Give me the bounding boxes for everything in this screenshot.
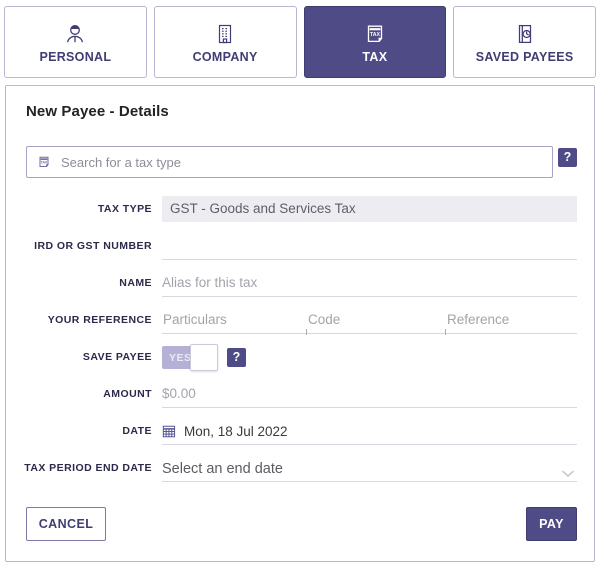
save-payee-help-button[interactable]: ? bbox=[227, 348, 246, 367]
date-label: DATE bbox=[122, 425, 152, 437]
name-input[interactable]: Alias for this tax bbox=[162, 270, 577, 297]
building-icon bbox=[212, 21, 238, 47]
form-row-name: NAME Alias for this tax bbox=[6, 270, 596, 307]
ird-or-gst-number-input[interactable] bbox=[162, 233, 577, 260]
tab-saved-payees-label: SAVED PAYEES bbox=[475, 49, 574, 64]
code-placeholder: Code bbox=[308, 312, 341, 327]
tab-company-label: COMPANY bbox=[192, 49, 258, 64]
toggle-knob bbox=[190, 344, 218, 371]
calendar-icon[interactable] bbox=[162, 424, 177, 439]
chevron-down-icon[interactable] bbox=[561, 465, 575, 477]
form-row-tax-period-end-date: TAX PERIOD END DATE Select an end date bbox=[6, 455, 596, 492]
tax-type-field: GST - Goods and Services Tax bbox=[162, 196, 577, 223]
save-payee-toggle-text: YES bbox=[169, 351, 192, 364]
tab-company[interactable]: COMPANY bbox=[153, 6, 297, 78]
tax-document-icon: TAX bbox=[362, 21, 388, 47]
svg-text:TAX: TAX bbox=[41, 161, 48, 165]
form-row-amount: AMOUNT $0.00 bbox=[6, 381, 596, 418]
tax-period-end-date-value: Select an end date bbox=[162, 461, 283, 477]
address-book-icon bbox=[512, 21, 538, 47]
date-input[interactable]: Mon, 18 Jul 2022 bbox=[162, 418, 577, 445]
tax-type-value: GST - Goods and Services Tax bbox=[162, 196, 577, 222]
amount-placeholder: $0.00 bbox=[162, 386, 196, 401]
your-reference-label: YOUR REFERENCE bbox=[47, 314, 152, 326]
search-placeholder: Search for a tax type bbox=[61, 154, 181, 170]
particulars-placeholder: Particulars bbox=[163, 312, 227, 327]
date-value: Mon, 18 Jul 2022 bbox=[184, 423, 288, 439]
tab-tax[interactable]: TAX TAX bbox=[303, 6, 447, 78]
form-footer: CANCEL PAY bbox=[6, 491, 596, 561]
form-row-your-reference: YOUR REFERENCE Particulars Code Referenc… bbox=[6, 307, 596, 344]
tab-tax-label: TAX bbox=[362, 49, 388, 64]
payment-page: PERSONAL COMPANY TAX TAX SAVED PAYEES Ne… bbox=[0, 0, 600, 568]
form-row-tax-type: TAX TYPE GST - Goods and Services Tax bbox=[6, 196, 596, 233]
new-payee-card: New Payee - Details TAX Search for a tax… bbox=[5, 85, 595, 562]
form-row-date: DATE Mon, 18 Jul 2022 bbox=[6, 418, 596, 455]
tax-type-label: TAX TYPE bbox=[97, 203, 152, 215]
form-row-save-payee: SAVE PAYEE YES ? bbox=[6, 344, 596, 381]
save-payee-label: SAVE PAYEE bbox=[82, 351, 152, 363]
pay-button[interactable]: PAY bbox=[526, 507, 577, 541]
search-input[interactable]: TAX Search for a tax type bbox=[26, 146, 553, 178]
page-title: New Payee - Details bbox=[26, 103, 169, 120]
tax-document-icon: TAX bbox=[36, 154, 52, 170]
save-payee-toggle[interactable]: YES bbox=[162, 344, 218, 371]
tab-personal[interactable]: PERSONAL bbox=[4, 6, 147, 78]
save-payee-field: YES ? bbox=[162, 344, 577, 371]
svg-text:TAX: TAX bbox=[370, 32, 381, 38]
payee-type-tabs: PERSONAL COMPANY TAX TAX SAVED PAYEES bbox=[4, 6, 596, 78]
your-reference-field: Particulars Code Reference bbox=[162, 307, 577, 335]
search-help-button[interactable]: ? bbox=[558, 148, 577, 167]
reference-placeholder: Reference bbox=[447, 312, 510, 327]
amount-input[interactable]: $0.00 bbox=[162, 381, 577, 408]
reference-input[interactable]: Reference bbox=[446, 307, 577, 334]
ird-or-gst-number-label: IRD OR GST NUMBER bbox=[34, 240, 152, 252]
tab-saved-payees[interactable]: SAVED PAYEES bbox=[453, 6, 596, 78]
person-icon bbox=[62, 21, 88, 47]
form-row-ird-or-gst-number: IRD OR GST NUMBER bbox=[6, 233, 596, 270]
name-label: NAME bbox=[119, 277, 152, 289]
tab-personal-label: PERSONAL bbox=[39, 49, 112, 64]
payee-details-form: TAX TYPE GST - Goods and Services Tax IR… bbox=[6, 196, 596, 492]
code-input[interactable]: Code bbox=[307, 307, 446, 335]
tax-period-end-date-label: TAX PERIOD END DATE bbox=[24, 462, 152, 474]
amount-label: AMOUNT bbox=[103, 388, 152, 400]
tax-period-end-date-select[interactable]: Select an end date bbox=[162, 455, 577, 482]
cancel-button[interactable]: CANCEL bbox=[26, 507, 106, 541]
particulars-input[interactable]: Particulars bbox=[162, 307, 307, 335]
tax-type-search-row: TAX Search for a tax type ? bbox=[26, 146, 577, 178]
name-placeholder: Alias for this tax bbox=[162, 275, 258, 290]
